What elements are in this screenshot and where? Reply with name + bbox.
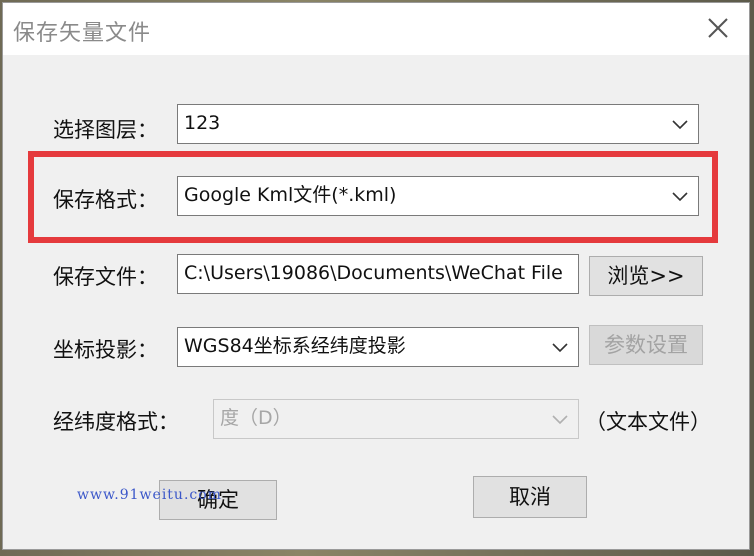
latlon-format-select[interactable]: 度（D） [213,399,579,439]
chevron-down-icon [552,415,568,425]
projection-select-value: WGS84坐标系经纬度投影 [184,335,406,357]
layer-label: 选择图层： [53,118,158,142]
file-label: 保存文件： [53,265,158,289]
projection-select[interactable]: WGS84坐标系经纬度投影 [177,327,579,367]
layer-select[interactable]: 123 [177,104,699,144]
latlon-format-label: 经纬度格式： [53,410,179,434]
title-bar: 保存矢量文件 [3,3,749,55]
highlight-box [28,151,718,243]
cancel-button[interactable]: 取消 [473,476,587,518]
dialog-title: 保存矢量文件 [13,21,152,46]
latlon-format-value: 度（D） [220,407,292,429]
chevron-down-icon [552,343,568,353]
save-vector-file-dialog: 保存矢量文件 选择图层： 123 保存格式： Google Kml文件(*.km… [2,2,750,550]
close-icon [708,18,728,38]
close-button[interactable] [705,15,731,41]
text-file-note: （文本文件） [585,410,711,434]
layer-select-value: 123 [184,112,221,134]
params-settings-button[interactable]: 参数设置 [589,325,703,365]
file-path-value: C:\Users\19086\Documents\WeChat File [184,262,563,284]
chevron-down-icon [672,120,688,130]
browse-button[interactable]: 浏览>> [589,256,703,296]
watermark: www.91weitu.com [77,487,222,503]
projection-label: 坐标投影： [53,338,158,362]
file-path-input[interactable]: C:\Users\19086\Documents\WeChat File [177,254,579,294]
